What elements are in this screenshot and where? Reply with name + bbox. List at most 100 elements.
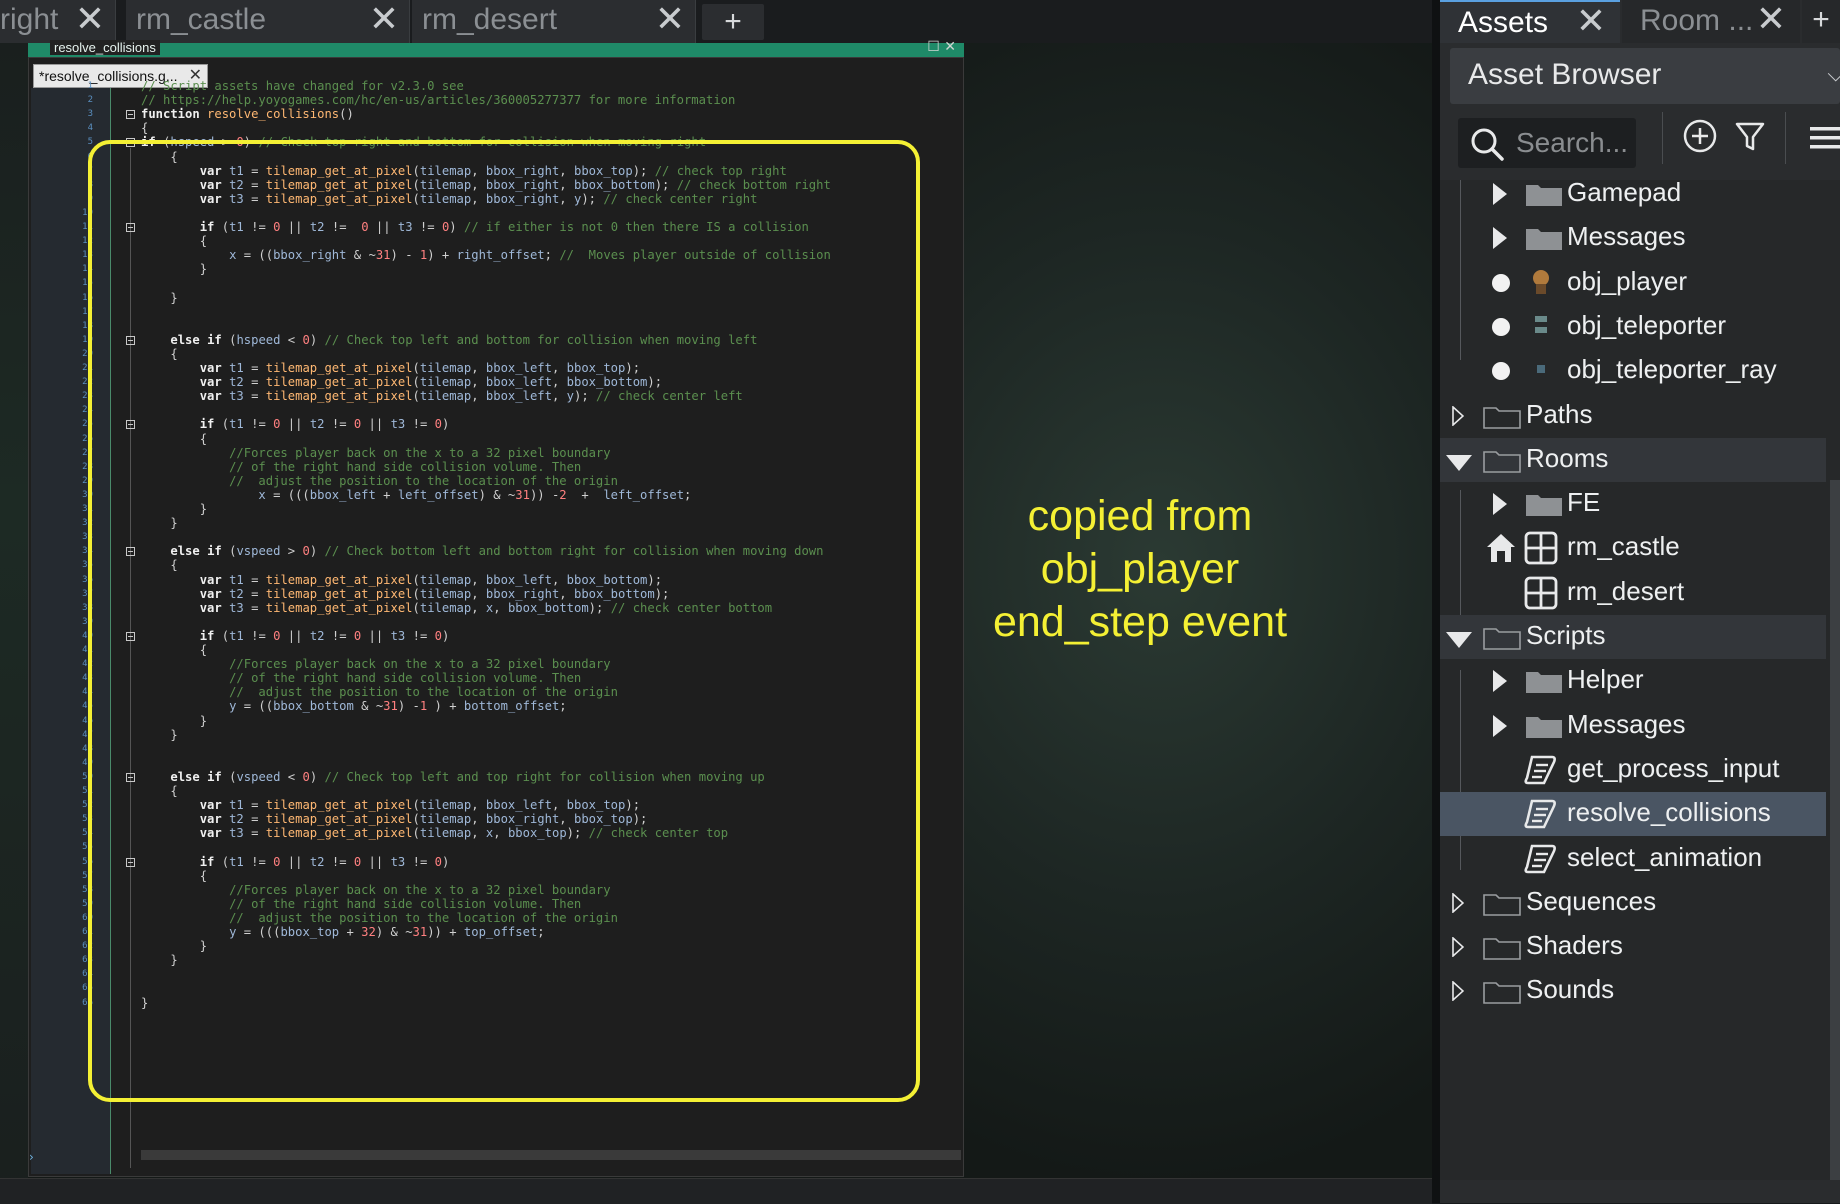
tree-item-fe[interactable]: FE: [1440, 482, 1826, 526]
chevron-down-icon[interactable]: [1446, 632, 1472, 648]
line-number: 30: [82, 489, 93, 500]
code-line[interactable]: else if (vspeed < 0) // Check top left a…: [141, 769, 764, 785]
tree-item-messages[interactable]: Messages: [1440, 216, 1826, 260]
tree-item-resolve-collisions[interactable]: resolve_collisions: [1440, 792, 1826, 837]
chevron-right-icon[interactable]: [1452, 405, 1464, 426]
room-tab-bar: right ✕ rm_castle ✕ rm_desert ✕ +: [0, 0, 1440, 43]
chevron-right-icon[interactable]: [1493, 183, 1507, 205]
tab-rm-castle[interactable]: rm_castle ✕: [126, 0, 410, 43]
code-line[interactable]: var t3 = tilemap_get_at_pixel(tilemap, b…: [141, 388, 743, 404]
close-icon[interactable]: ✕: [1576, 2, 1606, 42]
tree-item-label: rm_castle: [1567, 531, 1680, 562]
tree-item-scripts[interactable]: Scripts: [1440, 615, 1826, 660]
close-icon[interactable]: ✕: [655, 0, 685, 40]
tab-room[interactable]: Room ... ✕: [1622, 0, 1800, 43]
chevron-down-icon[interactable]: ⌵: [1827, 62, 1840, 87]
horizontal-scrollbar[interactable]: [141, 1150, 961, 1160]
panel-splitter[interactable]: [1432, 0, 1440, 1203]
code-line[interactable]: x = ((bbox_right & ~31) - 1) + right_off…: [141, 247, 831, 263]
chevron-right-icon[interactable]: [1493, 493, 1507, 516]
tree-item-select-animation[interactable]: select_animation: [1440, 837, 1826, 881]
fold-toggle-icon[interactable]: [126, 857, 135, 867]
add-asset-icon[interactable]: [1682, 118, 1718, 154]
tree-item-sounds[interactable]: Sounds: [1440, 969, 1826, 1013]
code-line[interactable]: else if (hspeed < 0) // Check top left a…: [141, 332, 757, 348]
chevron-right-icon[interactable]: [1452, 937, 1464, 958]
add-panel-tab-button[interactable]: +: [1802, 0, 1840, 43]
tab-assets[interactable]: Assets ✕: [1440, 0, 1620, 43]
tree-item-rm-desert[interactable]: rm_desert: [1440, 571, 1826, 615]
chevron-right-icon[interactable]: [1493, 670, 1507, 693]
code-line[interactable]: var t3 = tilemap_get_at_pixel(tilemap, x…: [141, 825, 728, 841]
window-controls[interactable]: ☐ ✕: [927, 39, 956, 55]
tab-right[interactable]: right ✕: [0, 0, 116, 43]
tree-item-obj-teleporter-ray[interactable]: obj_teleporter_ray: [1440, 349, 1826, 393]
line-number: 6: [87, 151, 93, 162]
panel-scrollbar[interactable]: [1830, 480, 1840, 1180]
search-icon: [1471, 128, 1504, 161]
fold-toggle-icon[interactable]: [126, 547, 135, 557]
code-line[interactable]: var t3 = tilemap_get_at_pixel(tilemap, x…: [141, 600, 772, 616]
chevron-down-icon[interactable]: [1446, 454, 1472, 471]
line-number: 37: [82, 588, 93, 599]
menu-icon[interactable]: [1806, 122, 1840, 154]
sprite-thumbnail-icon: [1535, 315, 1547, 333]
fold-toggle-icon[interactable]: [126, 420, 135, 430]
tab-rm-desert[interactable]: rm_desert ✕: [412, 0, 696, 43]
line-number: 56: [82, 856, 93, 867]
code-line[interactable]: }: [141, 515, 177, 531]
tab-label: Assets: [1458, 6, 1549, 39]
tree-item-obj-teleporter[interactable]: obj_teleporter: [1440, 305, 1826, 349]
tree-item-helper[interactable]: Helper: [1440, 659, 1826, 703]
chevron-right-icon[interactable]: [1493, 227, 1507, 250]
tree-item-label: rm_desert: [1567, 575, 1685, 606]
tree-item-obj-player[interactable]: obj_player: [1440, 261, 1826, 305]
tree-item-paths[interactable]: Paths: [1440, 394, 1826, 438]
close-icon[interactable]: ✕: [1756, 0, 1786, 40]
tree-item-rooms[interactable]: Rooms: [1440, 437, 1826, 483]
script-window-titlebar[interactable]: resolve_collisions ☐ ✕: [28, 39, 964, 57]
tree-item-shaders[interactable]: Shaders: [1440, 925, 1826, 969]
line-number: 7: [87, 165, 93, 176]
search-placeholder: Search...: [1516, 127, 1629, 158]
code-line[interactable]: }: [141, 261, 207, 277]
tree-item-label: Gamepad: [1567, 177, 1682, 207]
add-tab-button[interactable]: +: [702, 4, 764, 40]
line-number: 17: [82, 306, 93, 317]
code-line[interactable]: function resolve_collisions(): [141, 106, 354, 122]
tree-item-label: resolve_collisions: [1567, 797, 1771, 828]
line-number: 10: [82, 207, 93, 218]
fold-toggle-icon[interactable]: [126, 631, 135, 641]
code-line[interactable]: else if (vspeed > 0) // Check bottom lef…: [141, 543, 823, 559]
line-number: 64: [82, 969, 93, 980]
tree-item-sequences[interactable]: Sequences: [1440, 881, 1826, 925]
tree-item-gamepad[interactable]: Gamepad: [1440, 172, 1826, 216]
code-line[interactable]: }: [141, 995, 148, 1011]
search-input[interactable]: Search...: [1458, 118, 1636, 168]
line-number: 33: [82, 532, 93, 543]
code-line[interactable]: x = (((bbox_left + left_offset) & ~31)) …: [141, 487, 691, 503]
fold-toggle-icon[interactable]: [126, 138, 135, 148]
filter-icon[interactable]: [1732, 118, 1768, 154]
chevron-right-icon[interactable]: [1493, 714, 1507, 737]
tree-item-get-process-input[interactable]: get_process_input: [1440, 748, 1826, 792]
code-line[interactable]: if (hspeed > 0) // Check top right and b…: [141, 134, 706, 150]
close-icon[interactable]: ✕: [75, 0, 105, 40]
fold-toggle-icon[interactable]: [126, 110, 135, 120]
tree-item-label: obj_teleporter_ray: [1567, 354, 1777, 385]
fold-toggle-icon[interactable]: [126, 335, 135, 345]
fold-toggle-icon[interactable]: [126, 772, 135, 782]
fold-rail: [130, 148, 131, 1168]
close-icon[interactable]: ✕: [369, 0, 399, 40]
chevron-right-icon[interactable]: [1452, 981, 1464, 1002]
code-line[interactable]: }: [141, 952, 177, 968]
chevron-right-icon[interactable]: [1452, 892, 1464, 913]
code-line[interactable]: var t3 = tilemap_get_at_pixel(tilemap, b…: [141, 191, 758, 207]
fold-toggle-icon[interactable]: [126, 223, 135, 232]
code-line[interactable]: }: [141, 727, 177, 743]
code-line[interactable]: if (t1 != 0 || t2 != 0 || t3 != 0) // if…: [141, 219, 809, 235]
code-line[interactable]: }: [141, 290, 177, 306]
tree-item-messages[interactable]: Messages: [1440, 704, 1826, 748]
tree-item-rm-castle[interactable]: rm_castle: [1440, 526, 1826, 570]
asset-browser-header[interactable]: Asset Browser ⌵: [1450, 48, 1840, 104]
